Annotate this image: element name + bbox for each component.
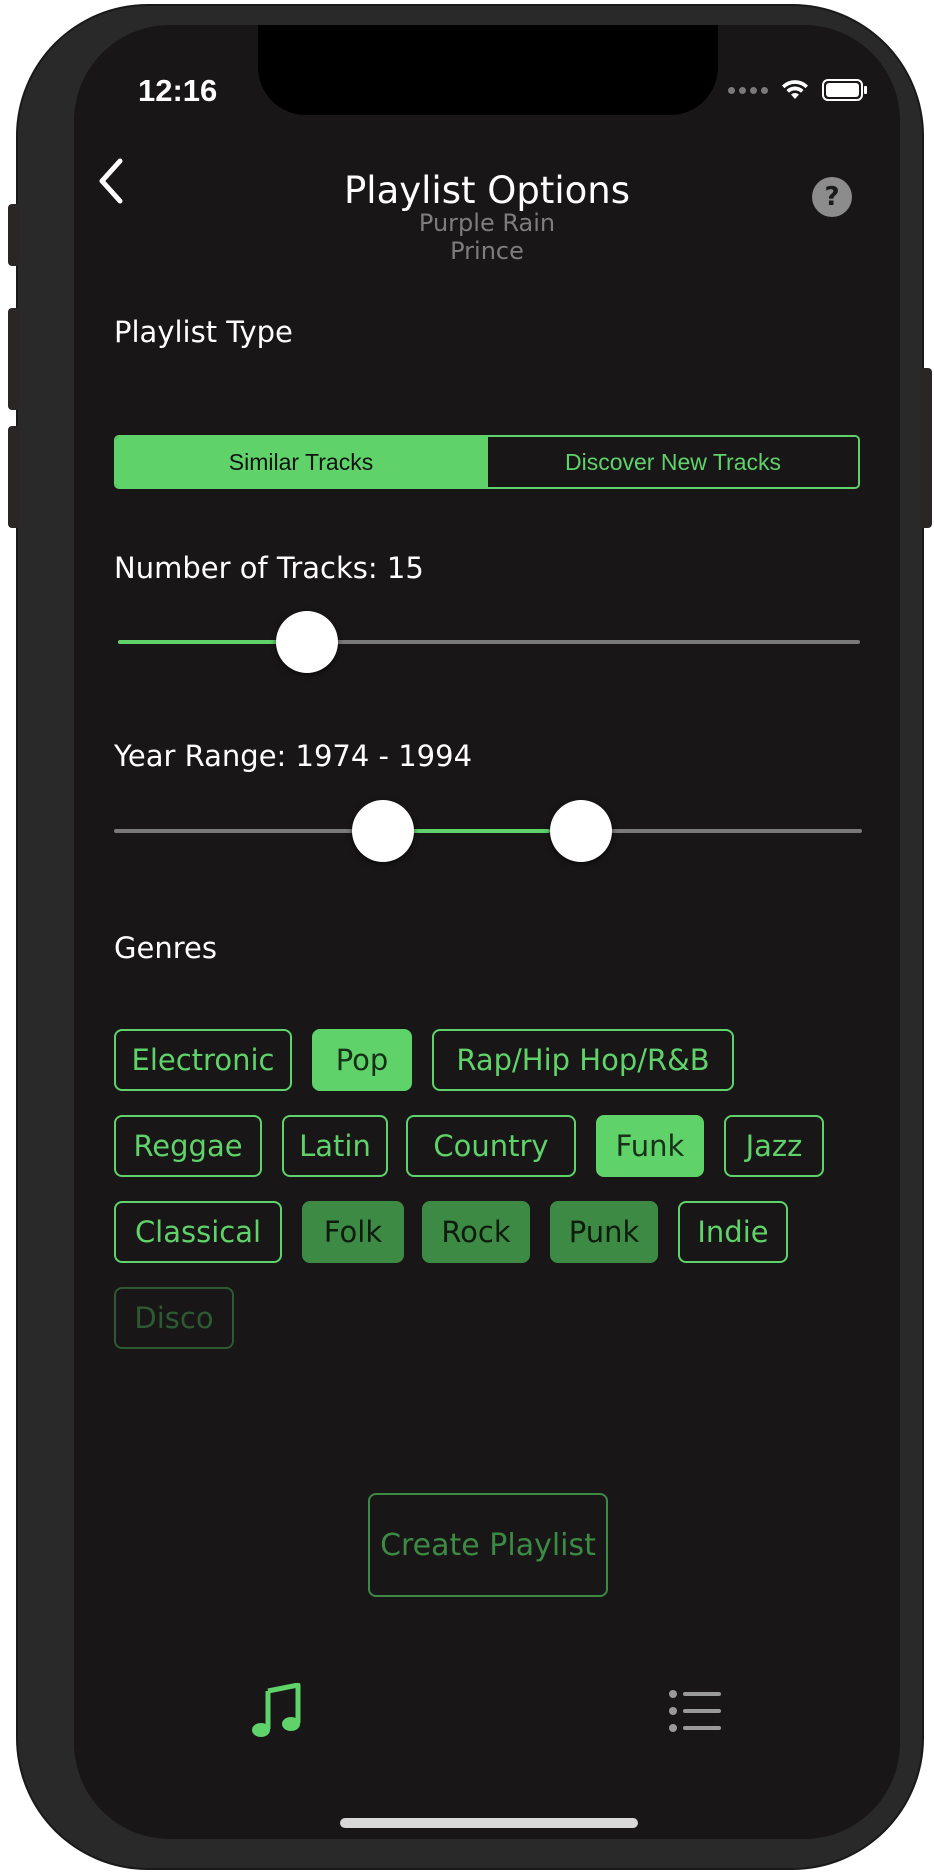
playlist-type-label: Playlist Type (114, 315, 293, 349)
create-playlist-button[interactable]: Create Playlist (368, 1493, 608, 1597)
genre-chip-pop[interactable]: Pop (312, 1029, 412, 1091)
year-range-label: Year Range: 1974 - 1994 (114, 739, 473, 773)
year-slider-max-thumb[interactable] (550, 800, 612, 862)
genre-chip-rap-hip-hop-rnb[interactable]: Rap/Hip Hop/R&B (432, 1029, 734, 1091)
list-icon (669, 1690, 721, 1732)
genre-chip-latin[interactable]: Latin (282, 1115, 388, 1177)
genre-chip-disco[interactable]: Disco (114, 1287, 234, 1349)
year-slider-min-thumb[interactable] (352, 800, 414, 862)
genre-chip-reggae[interactable]: Reggae (114, 1115, 262, 1177)
tracks-count-label: Number of Tracks: 15 (114, 551, 424, 585)
segment-similar-tracks[interactable]: Similar Tracks (116, 437, 486, 487)
battery-icon (822, 79, 867, 101)
home-indicator[interactable] (340, 1818, 638, 1828)
genre-chip-country[interactable]: Country (406, 1115, 576, 1177)
tracks-slider-fill (118, 640, 278, 644)
genres-label: Genres (114, 931, 217, 965)
music-note-icon (252, 1682, 301, 1737)
tracks-slider-track (278, 640, 860, 644)
segment-discover-new-tracks[interactable]: Discover New Tracks (486, 437, 858, 487)
volume-down-button (8, 426, 20, 528)
track-artist: Prince (450, 237, 524, 265)
power-button (920, 368, 932, 528)
tracks-slider-thumb[interactable] (276, 611, 338, 673)
app-screen: 12:16 Playlist Options ? Purple Rain Pri… (74, 25, 900, 1839)
track-title: Purple Rain (418, 209, 556, 237)
genre-chip-indie[interactable]: Indie (678, 1201, 788, 1263)
year-slider-track-left (114, 829, 354, 833)
wifi-icon (782, 80, 808, 99)
tab-music[interactable] (250, 1682, 306, 1739)
genre-chip-rock[interactable]: Rock (422, 1201, 530, 1263)
genre-chip-folk[interactable]: Folk (302, 1201, 404, 1263)
genre-chip-jazz[interactable]: Jazz (724, 1115, 824, 1177)
genre-chip-punk[interactable]: Punk (550, 1201, 658, 1263)
genre-chip-electronic[interactable]: Electronic (114, 1029, 292, 1091)
status-time: 12:16 (138, 73, 218, 108)
mute-switch (8, 204, 20, 266)
volume-up-button (8, 308, 20, 410)
genre-chip-funk[interactable]: Funk (596, 1115, 704, 1177)
page-title: Playlist Options (343, 169, 631, 212)
cellular-signal-icon (728, 86, 768, 94)
phone-frame: 12:16 Playlist Options ? Purple Rain Pri… (8, 6, 932, 1868)
genre-chip-classical[interactable]: Classical (114, 1201, 282, 1263)
playlist-type-segmented-control: Similar Tracks Discover New Tracks (114, 435, 860, 489)
status-icons (728, 79, 868, 101)
notch (258, 25, 718, 115)
tab-playlists[interactable] (668, 1689, 722, 1733)
